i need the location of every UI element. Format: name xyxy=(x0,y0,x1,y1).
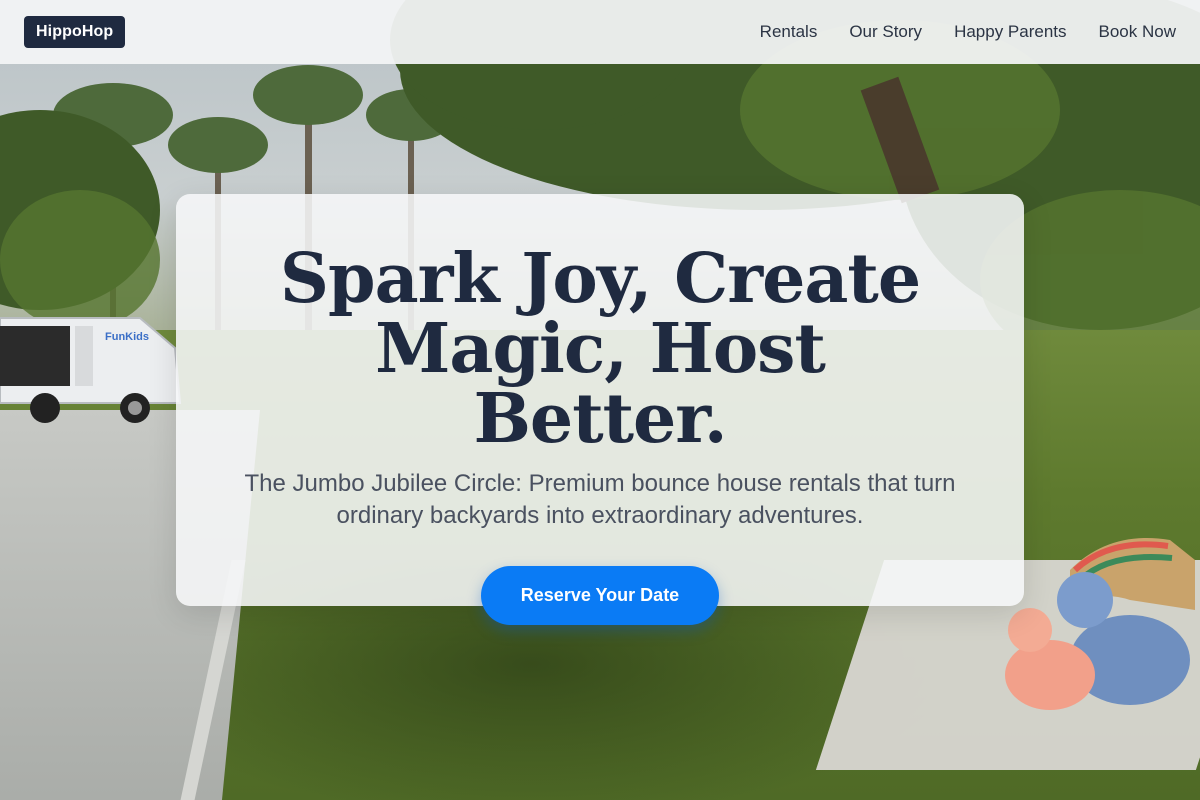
reserve-date-button[interactable]: Reserve Your Date xyxy=(480,566,720,625)
top-navbar: HippoHop Rentals Our Story Happy Parents… xyxy=(0,0,1200,64)
hero-title: Spark Joy, Create Magic, Host Better. xyxy=(279,239,921,459)
nav-link-rentals[interactable]: Rentals xyxy=(760,22,818,42)
nav-link-book-now[interactable]: Book Now xyxy=(1099,22,1176,42)
hero-subtitle: The Jumbo Jubilee Circle: Premium bounce… xyxy=(244,470,956,529)
brand-logo[interactable]: HippoHop xyxy=(24,16,126,48)
van-lettering: FunKids xyxy=(105,331,149,343)
nav-link-our-story[interactable]: Our Story xyxy=(849,22,922,42)
van-image: FunKids xyxy=(0,317,182,423)
nav-link-happy-parents[interactable]: Happy Parents xyxy=(954,22,1066,42)
nav-links: Rentals Our Story Happy Parents Book Now xyxy=(760,22,1176,42)
hero-card: Spark Joy, Create Magic, Host Better. Th… xyxy=(176,194,1024,625)
